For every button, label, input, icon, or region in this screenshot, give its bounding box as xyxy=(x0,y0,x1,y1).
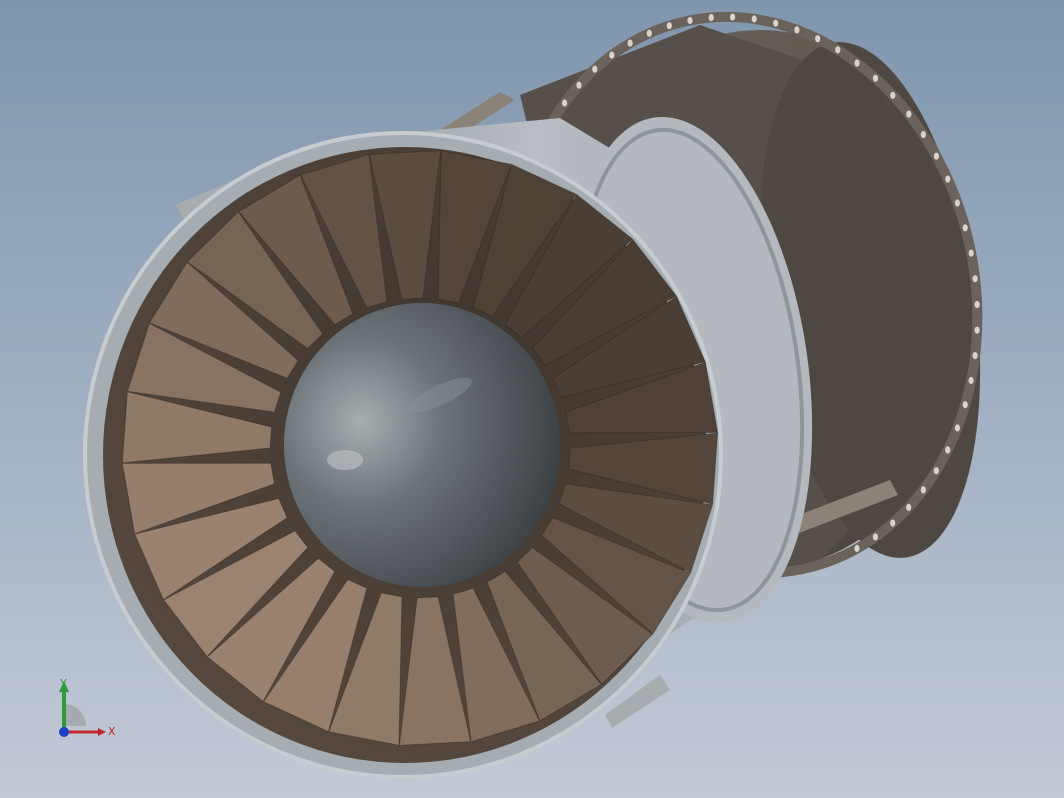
bolt-hole xyxy=(972,352,978,360)
bolt-hole xyxy=(933,152,940,160)
bolt-hole xyxy=(609,51,615,59)
bolt-hole xyxy=(968,376,974,385)
bolt-hole xyxy=(974,326,980,334)
y-axis-label: Y xyxy=(59,677,67,690)
bolt-hole xyxy=(562,99,568,107)
bolt-hole xyxy=(627,39,633,47)
bolt-hole xyxy=(890,519,896,527)
bolt-hole xyxy=(854,59,860,67)
x-axis-arrowhead xyxy=(98,728,106,736)
bolt-hole xyxy=(906,503,912,511)
bolt-hole xyxy=(945,446,951,454)
bolt-hole xyxy=(730,13,736,21)
z-axis-dot xyxy=(59,727,69,737)
bolt-hole xyxy=(962,224,968,232)
bolt-hole xyxy=(576,81,582,89)
bolt-hole xyxy=(974,300,980,309)
bolt-hole xyxy=(708,14,714,22)
bolt-hole xyxy=(794,26,800,34)
bolt-hole xyxy=(835,46,841,54)
bolt-hole xyxy=(933,467,939,475)
bolt-hole xyxy=(954,424,961,432)
bolt-hole xyxy=(592,65,598,73)
bolt-hole xyxy=(972,275,978,283)
bolt-hole xyxy=(646,29,652,37)
bolt-hole xyxy=(687,16,693,25)
bolt-hole xyxy=(872,74,879,82)
bolt-hole xyxy=(962,401,968,409)
triad-plane-icon xyxy=(64,704,86,726)
bolt-hole xyxy=(920,486,926,494)
bolt-hole xyxy=(872,533,879,541)
3d-model-viewport[interactable] xyxy=(0,0,1064,798)
bolt-hole xyxy=(666,22,672,30)
bolt-hole xyxy=(751,15,757,23)
bolt-hole xyxy=(815,35,821,43)
bolt-hole xyxy=(920,130,927,139)
bolt-hole xyxy=(945,175,951,183)
x-axis-label: X xyxy=(108,725,116,738)
bolt-hole xyxy=(954,199,961,207)
bolt-hole xyxy=(906,110,912,118)
bolt-hole xyxy=(968,249,974,257)
coordinate-triad: Y X xyxy=(59,677,116,738)
spinner-hub xyxy=(284,303,560,587)
bolt-hole xyxy=(854,544,860,553)
bolt-hole xyxy=(890,91,896,99)
bolt-hole xyxy=(773,19,779,27)
